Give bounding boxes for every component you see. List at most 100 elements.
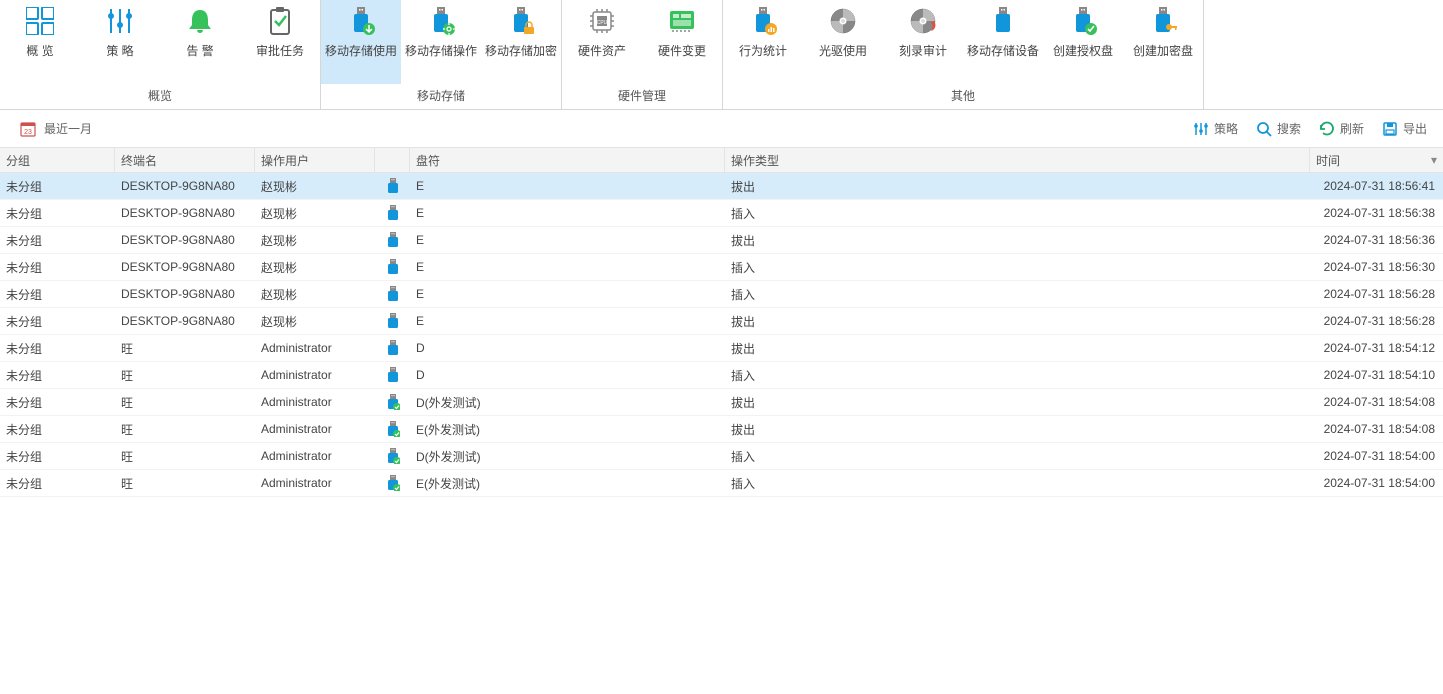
cell-user: Administrator: [255, 341, 375, 355]
usb-icon: [386, 205, 400, 221]
cell-drive: E(外发测试): [410, 475, 725, 492]
cell-drive: D: [410, 341, 725, 355]
approval-button[interactable]: 审批任务: [240, 0, 320, 84]
storage-enc-icon: [506, 6, 536, 36]
table-row[interactable]: 未分组DESKTOP-9G8NA80赵现彬E拔出2024-07-31 18:56…: [0, 173, 1443, 200]
burn-audit-button[interactable]: 刻录审计: [883, 0, 963, 84]
column-header[interactable]: 操作用户: [255, 148, 375, 172]
table-row[interactable]: 未分组DESKTOP-9G8NA80赵现彬E拔出2024-07-31 18:56…: [0, 308, 1443, 335]
search-button[interactable]: 搜索: [1256, 120, 1301, 137]
date-range-filter[interactable]: 23 最近一月: [20, 120, 92, 137]
table-row[interactable]: 未分组DESKTOP-9G8NA80赵现彬E拔出2024-07-31 18:56…: [0, 227, 1443, 254]
policy-icon: [1193, 121, 1209, 137]
cell-usb-icon: [375, 340, 410, 356]
enc-disk-button[interactable]: 创建加密盘: [1123, 0, 1203, 84]
storage-op-button[interactable]: 移动存储操作: [401, 0, 481, 84]
hw-change-button[interactable]: 硬件变更: [642, 0, 722, 84]
mobile-dev-button[interactable]: 移动存储设备: [963, 0, 1043, 84]
table-body: 未分组DESKTOP-9G8NA80赵现彬E拔出2024-07-31 18:56…: [0, 173, 1443, 497]
behavior-button[interactable]: 行为统计: [723, 0, 803, 84]
auth-disk-button[interactable]: 创建授权盘: [1043, 0, 1123, 84]
behavior-icon: [748, 6, 778, 36]
cell-usb-icon: [375, 367, 410, 383]
table-row[interactable]: 未分组旺AdministratorD(外发测试)插入2024-07-31 18:…: [0, 443, 1443, 470]
approval-icon: [265, 6, 295, 36]
table-row[interactable]: 未分组旺AdministratorD插入2024-07-31 18:54:10: [0, 362, 1443, 389]
ribbon-item-label: 硬件变更: [658, 42, 706, 59]
ribbon-item-label: 审批任务: [256, 42, 304, 59]
ribbon-item-label: 行为统计: [739, 42, 787, 59]
table-row[interactable]: 未分组DESKTOP-9G8NA80赵现彬E插入2024-07-31 18:56…: [0, 200, 1443, 227]
table-row[interactable]: 未分组旺AdministratorE(外发测试)插入2024-07-31 18:…: [0, 470, 1443, 497]
refresh-button[interactable]: 刷新: [1319, 120, 1364, 137]
cell-user: 赵现彬: [255, 178, 375, 195]
cell-op: 插入: [725, 205, 1310, 222]
ribbon-group-label: 硬件管理: [562, 84, 722, 109]
cell-drive: E: [410, 206, 725, 220]
overview-button[interactable]: 概 览: [0, 0, 80, 84]
cell-usb-icon: [375, 313, 410, 329]
usb-icon: [386, 313, 400, 329]
auth-disk-icon: [1068, 6, 1098, 36]
column-header[interactable]: 盘符: [410, 148, 725, 172]
cell-user: Administrator: [255, 422, 375, 436]
sort-caret-icon: ▾: [1431, 153, 1437, 167]
column-header[interactable]: 分组: [0, 148, 115, 172]
column-header[interactable]: 时间▾: [1310, 148, 1443, 172]
table-row[interactable]: 未分组DESKTOP-9G8NA80赵现彬E插入2024-07-31 18:56…: [0, 281, 1443, 308]
cell-op: 拔出: [725, 313, 1310, 330]
cell-user: 赵现彬: [255, 313, 375, 330]
export-button[interactable]: 导出: [1382, 120, 1427, 137]
ribbon-item-label: 移动存储操作: [405, 42, 477, 59]
storage-op-icon: [426, 6, 456, 36]
table-row[interactable]: 未分组旺AdministratorE(外发测试)拔出2024-07-31 18:…: [0, 416, 1443, 443]
cell-op: 拔出: [725, 340, 1310, 357]
cell-usb-icon: [375, 178, 410, 194]
cell-op: 拔出: [725, 421, 1310, 438]
column-header[interactable]: 操作类型: [725, 148, 1310, 172]
ribbon-group-label: 概览: [0, 84, 320, 109]
cd-use-button[interactable]: 光驱使用: [803, 0, 883, 84]
alert-button[interactable]: 告 警: [160, 0, 240, 84]
cell-time: 2024-07-31 18:56:28: [1310, 287, 1443, 301]
cell-terminal: 旺: [115, 421, 255, 438]
cell-user: Administrator: [255, 368, 375, 382]
table-row[interactable]: 未分组旺AdministratorD拔出2024-07-31 18:54:12: [0, 335, 1443, 362]
cell-op: 插入: [725, 448, 1310, 465]
ribbon-item-label: 硬件资产: [578, 42, 626, 59]
storage-use-button[interactable]: 移动存储使用: [321, 0, 401, 84]
mobile-dev-icon: [988, 6, 1018, 36]
column-header[interactable]: [375, 148, 410, 172]
cell-user: Administrator: [255, 449, 375, 463]
hw-asset-button[interactable]: 硬件资产: [562, 0, 642, 84]
ribbon-item-label: 移动存储使用: [325, 42, 397, 59]
ribbon-group: 概 览策 略告 警审批任务概览: [0, 0, 321, 109]
usb-icon: [386, 448, 400, 464]
cell-time: 2024-07-31 18:54:00: [1310, 476, 1443, 490]
cell-terminal: 旺: [115, 394, 255, 411]
cell-op: 插入: [725, 475, 1310, 492]
usb-icon: [386, 232, 400, 248]
date-range-label: 最近一月: [44, 120, 92, 137]
cd-use-icon: [828, 6, 858, 36]
svg-text:23: 23: [24, 129, 32, 136]
ribbon-group: 移动存储使用移动存储操作移动存储加密移动存储: [321, 0, 562, 109]
storage-enc-button[interactable]: 移动存储加密: [481, 0, 561, 84]
hw-change-icon: [667, 6, 697, 36]
cell-user: 赵现彬: [255, 286, 375, 303]
usb-icon: [386, 475, 400, 491]
cell-usb-icon: [375, 475, 410, 491]
cell-user: Administrator: [255, 476, 375, 490]
table-row[interactable]: 未分组旺AdministratorD(外发测试)拔出2024-07-31 18:…: [0, 389, 1443, 416]
cell-op: 拔出: [725, 232, 1310, 249]
cell-group: 未分组: [0, 205, 115, 222]
search-icon: [1256, 121, 1272, 137]
column-header[interactable]: 终端名: [115, 148, 255, 172]
cell-drive: D(外发测试): [410, 448, 725, 465]
calendar-icon: 23: [20, 121, 36, 137]
policy-button[interactable]: 策 略: [80, 0, 160, 84]
usb-icon: [386, 178, 400, 194]
policy-button[interactable]: 策略: [1193, 120, 1238, 137]
cell-usb-icon: [375, 205, 410, 221]
table-row[interactable]: 未分组DESKTOP-9G8NA80赵现彬E插入2024-07-31 18:56…: [0, 254, 1443, 281]
